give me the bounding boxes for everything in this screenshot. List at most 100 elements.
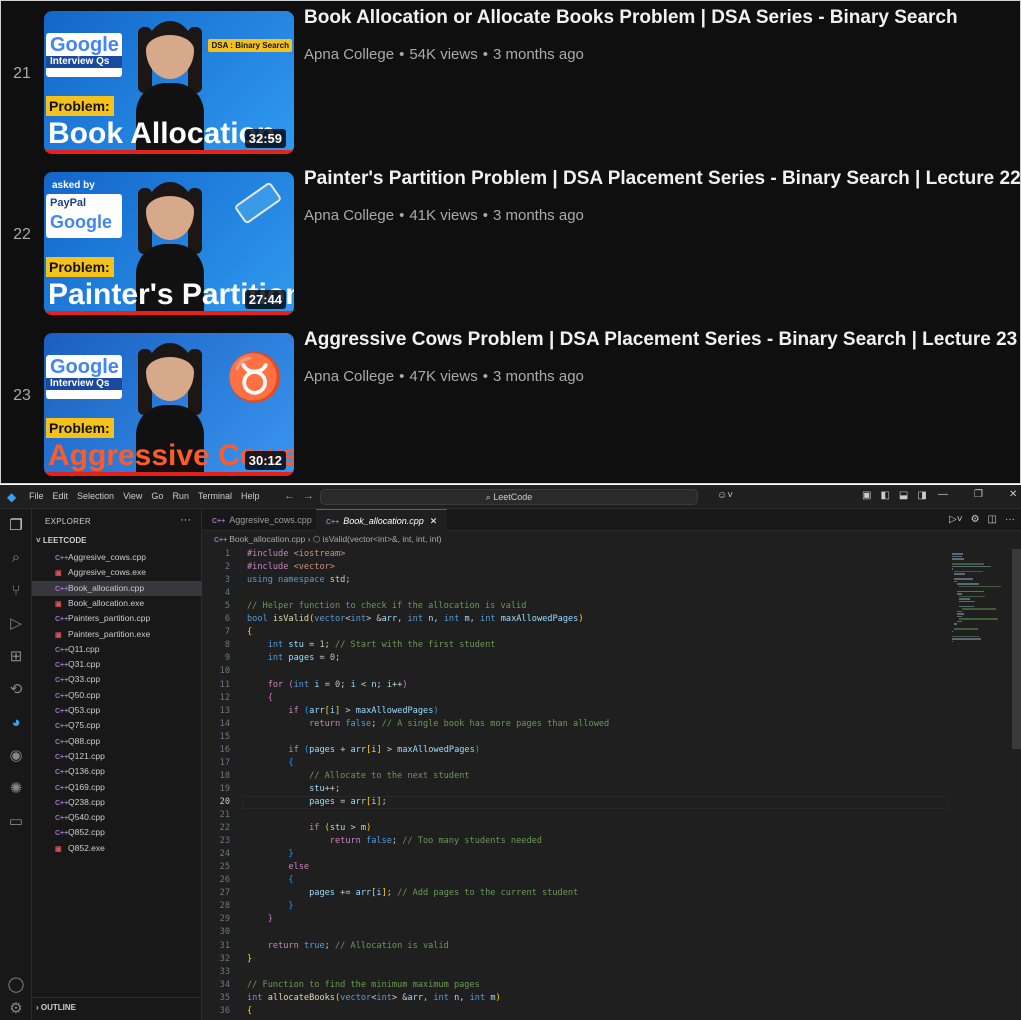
folder-leetcode[interactable]: ˅ LEETCODE — [36, 536, 86, 545]
breadcrumb-file[interactable]: Book_allocation.cpp — [229, 534, 305, 544]
minimap[interactable] — [949, 549, 1011, 1020]
line-number: 19 — [219, 783, 230, 794]
cpp-file-icon: C++ — [55, 815, 69, 823]
file-item[interactable]: ▣ Painters_partition.exe — [32, 627, 202, 642]
code-line: { — [247, 693, 273, 703]
file-item[interactable]: C++Book_allocation.cpp — [32, 580, 202, 596]
cpp-file-icon: C++ — [55, 692, 69, 700]
file-name: Aggresive_cows.cpp — [68, 552, 146, 562]
channel-name[interactable]: Apna College — [304, 46, 394, 63]
file-item[interactable]: ▣ Aggresive_cows.exe — [32, 565, 202, 580]
code-token: ; — [335, 653, 341, 664]
minimap-line — [954, 623, 958, 625]
toggle-sidebar-icon[interactable]: ◧ — [880, 490, 889, 501]
code-token: vector — [340, 992, 372, 1003]
meta-separator: • — [399, 207, 405, 224]
tab-book-allocation[interactable]: C++ Book_allocation.cpp ✕ — [316, 509, 448, 531]
video-thumbnail[interactable]: Google Interview Qs ♉ Problem: Aggressive Co… — [44, 333, 294, 476]
edge-icon[interactable]: ◕ — [5, 712, 27, 734]
menu-item[interactable]: Run — [172, 491, 189, 501]
menu-item[interactable]: File — [29, 491, 44, 501]
code-line: for (int i = 0; i < n; i++) — [247, 680, 408, 690]
more-icon[interactable]: ··· — [1005, 514, 1015, 525]
minimize-icon[interactable]: — — [938, 489, 948, 500]
search-activity-icon[interactable]: ⌕ — [5, 547, 27, 569]
chatgpt-icon[interactable]: ✺ — [5, 778, 27, 800]
code-token: arr — [350, 796, 367, 807]
code-editor[interactable]: 1 #include <iostream> 2 #include <vector> 3 u… — [202, 549, 952, 1020]
copilot-icon[interactable]: ☺˅ — [717, 490, 733, 501]
manage-gear-icon[interactable]: ⚙ — [5, 1001, 27, 1017]
menu-item[interactable]: View — [123, 491, 142, 501]
file-item[interactable]: C++Painters_partition.cpp — [32, 611, 202, 626]
github-icon[interactable]: ◉ — [5, 745, 27, 767]
video-row[interactable]: 23 Google Interview Qs ♉ Problem: Aggressive … — [1, 325, 1021, 485]
menu-item[interactable]: Terminal — [198, 491, 232, 501]
more-actions-icon[interactable]: ··· — [180, 514, 191, 526]
menu-item[interactable]: Selection — [77, 491, 114, 501]
code-token: > & — [391, 992, 408, 1003]
breadcrumb-symbol[interactable]: isValid(vector<int>&, int, int, int) — [323, 534, 442, 544]
video-thumbnail[interactable]: Google Interview Qs DSA : Binary Search Pro… — [44, 11, 294, 154]
explorer-icon[interactable]: ❐ — [5, 515, 27, 537]
file-item[interactable]: C++Q121.cpp — [32, 749, 202, 764]
menu-item[interactable]: Help — [241, 491, 260, 501]
outline-section[interactable]: › OUTLINE — [32, 997, 202, 1017]
line-number: 20 — [219, 796, 230, 807]
menu-item[interactable]: Edit — [53, 491, 69, 501]
exe-file-icon: ▣ — [55, 845, 62, 853]
file-item[interactable]: C++Q852.cpp — [32, 825, 202, 840]
file-item[interactable]: C++Q169.cpp — [32, 780, 202, 795]
toggle-panel-icon[interactable]: ⬓ — [899, 490, 908, 501]
video-title[interactable]: Painter's Partition Problem | DSA Placem… — [304, 168, 1021, 190]
close-tab-icon[interactable]: ✕ — [430, 516, 438, 526]
file-name: Q31.cpp — [68, 659, 101, 670]
toggle-secondary-sidebar-icon[interactable]: ◨ — [917, 490, 926, 501]
command-center-search[interactable]: ⌕ LeetCode — [320, 489, 698, 505]
file-item[interactable]: ▣ Q852.exe — [32, 841, 202, 856]
file-item[interactable]: C++Q33.cpp — [32, 672, 202, 687]
file-item[interactable]: C++Q11.cpp — [32, 642, 202, 657]
file-item[interactable]: C++Q75.cpp — [32, 718, 202, 733]
settings-gear-icon[interactable]: ⚙ — [971, 514, 980, 525]
code-token: + — [335, 744, 351, 755]
file-item[interactable]: C++Aggresive_cows.cpp — [32, 550, 202, 565]
video-row[interactable]: 22 asked by PayPal Google Problem: Painter's … — [1, 164, 1021, 324]
file-item[interactable]: C++Q50.cpp — [32, 688, 202, 703]
file-item[interactable]: C++Q31.cpp — [32, 657, 202, 672]
source-control-icon[interactable]: ⑂ — [5, 580, 27, 602]
video-index: 23 — [13, 387, 31, 404]
file-item[interactable]: C++Q238.cpp — [32, 795, 202, 810]
code-token: int — [480, 614, 496, 625]
nav-arrows[interactable]: ←→ — [284, 490, 322, 502]
close-window-icon[interactable]: ✕ — [1009, 489, 1017, 500]
file-item[interactable]: C++Q540.cpp — [32, 810, 202, 825]
video-thumbnail[interactable]: asked by PayPal Google Problem: Painter's Pa… — [44, 172, 294, 315]
file-item[interactable]: C++Q136.cpp — [32, 764, 202, 779]
code-token: int — [469, 992, 486, 1003]
run-icon[interactable]: ▷˅ — [949, 514, 963, 525]
chat-icon[interactable]: ▭ — [5, 811, 27, 833]
split-editor-icon[interactable]: ◫ — [988, 514, 997, 525]
channel-name[interactable]: Apna College — [304, 368, 394, 385]
line-number: 35 — [219, 992, 230, 1003]
tab-aggresive-cows[interactable]: C++ Aggresive_cows.cpp — [202, 509, 322, 531]
video-title[interactable]: Aggressive Cows Problem | DSA Placement … — [304, 329, 1017, 351]
code-token: else — [288, 862, 310, 873]
extensions-icon[interactable]: ⊞ — [5, 646, 27, 668]
scrollbar[interactable] — [1012, 549, 1021, 749]
channel-name[interactable]: Apna College — [304, 207, 394, 224]
run-debug-icon[interactable]: ▷ — [5, 613, 27, 635]
remote-explorer-icon[interactable]: ⟲ — [5, 679, 27, 701]
accounts-icon[interactable]: ◯ — [5, 974, 27, 996]
customize-layout-icon[interactable]: ▣ — [862, 490, 871, 501]
file-item[interactable]: ▣ Book_allocation.exe — [32, 596, 202, 611]
file-item[interactable]: C++Q88.cpp — [32, 734, 202, 749]
video-row[interactable]: 21 Google Interview Qs DSA : Binary Search P… — [1, 3, 1021, 163]
file-item[interactable]: C++Q53.cpp — [32, 703, 202, 718]
video-title[interactable]: Book Allocation or Allocate Books Proble… — [304, 7, 958, 29]
menu-item[interactable]: Go — [151, 491, 163, 501]
restore-icon[interactable]: ❐ — [974, 489, 983, 500]
